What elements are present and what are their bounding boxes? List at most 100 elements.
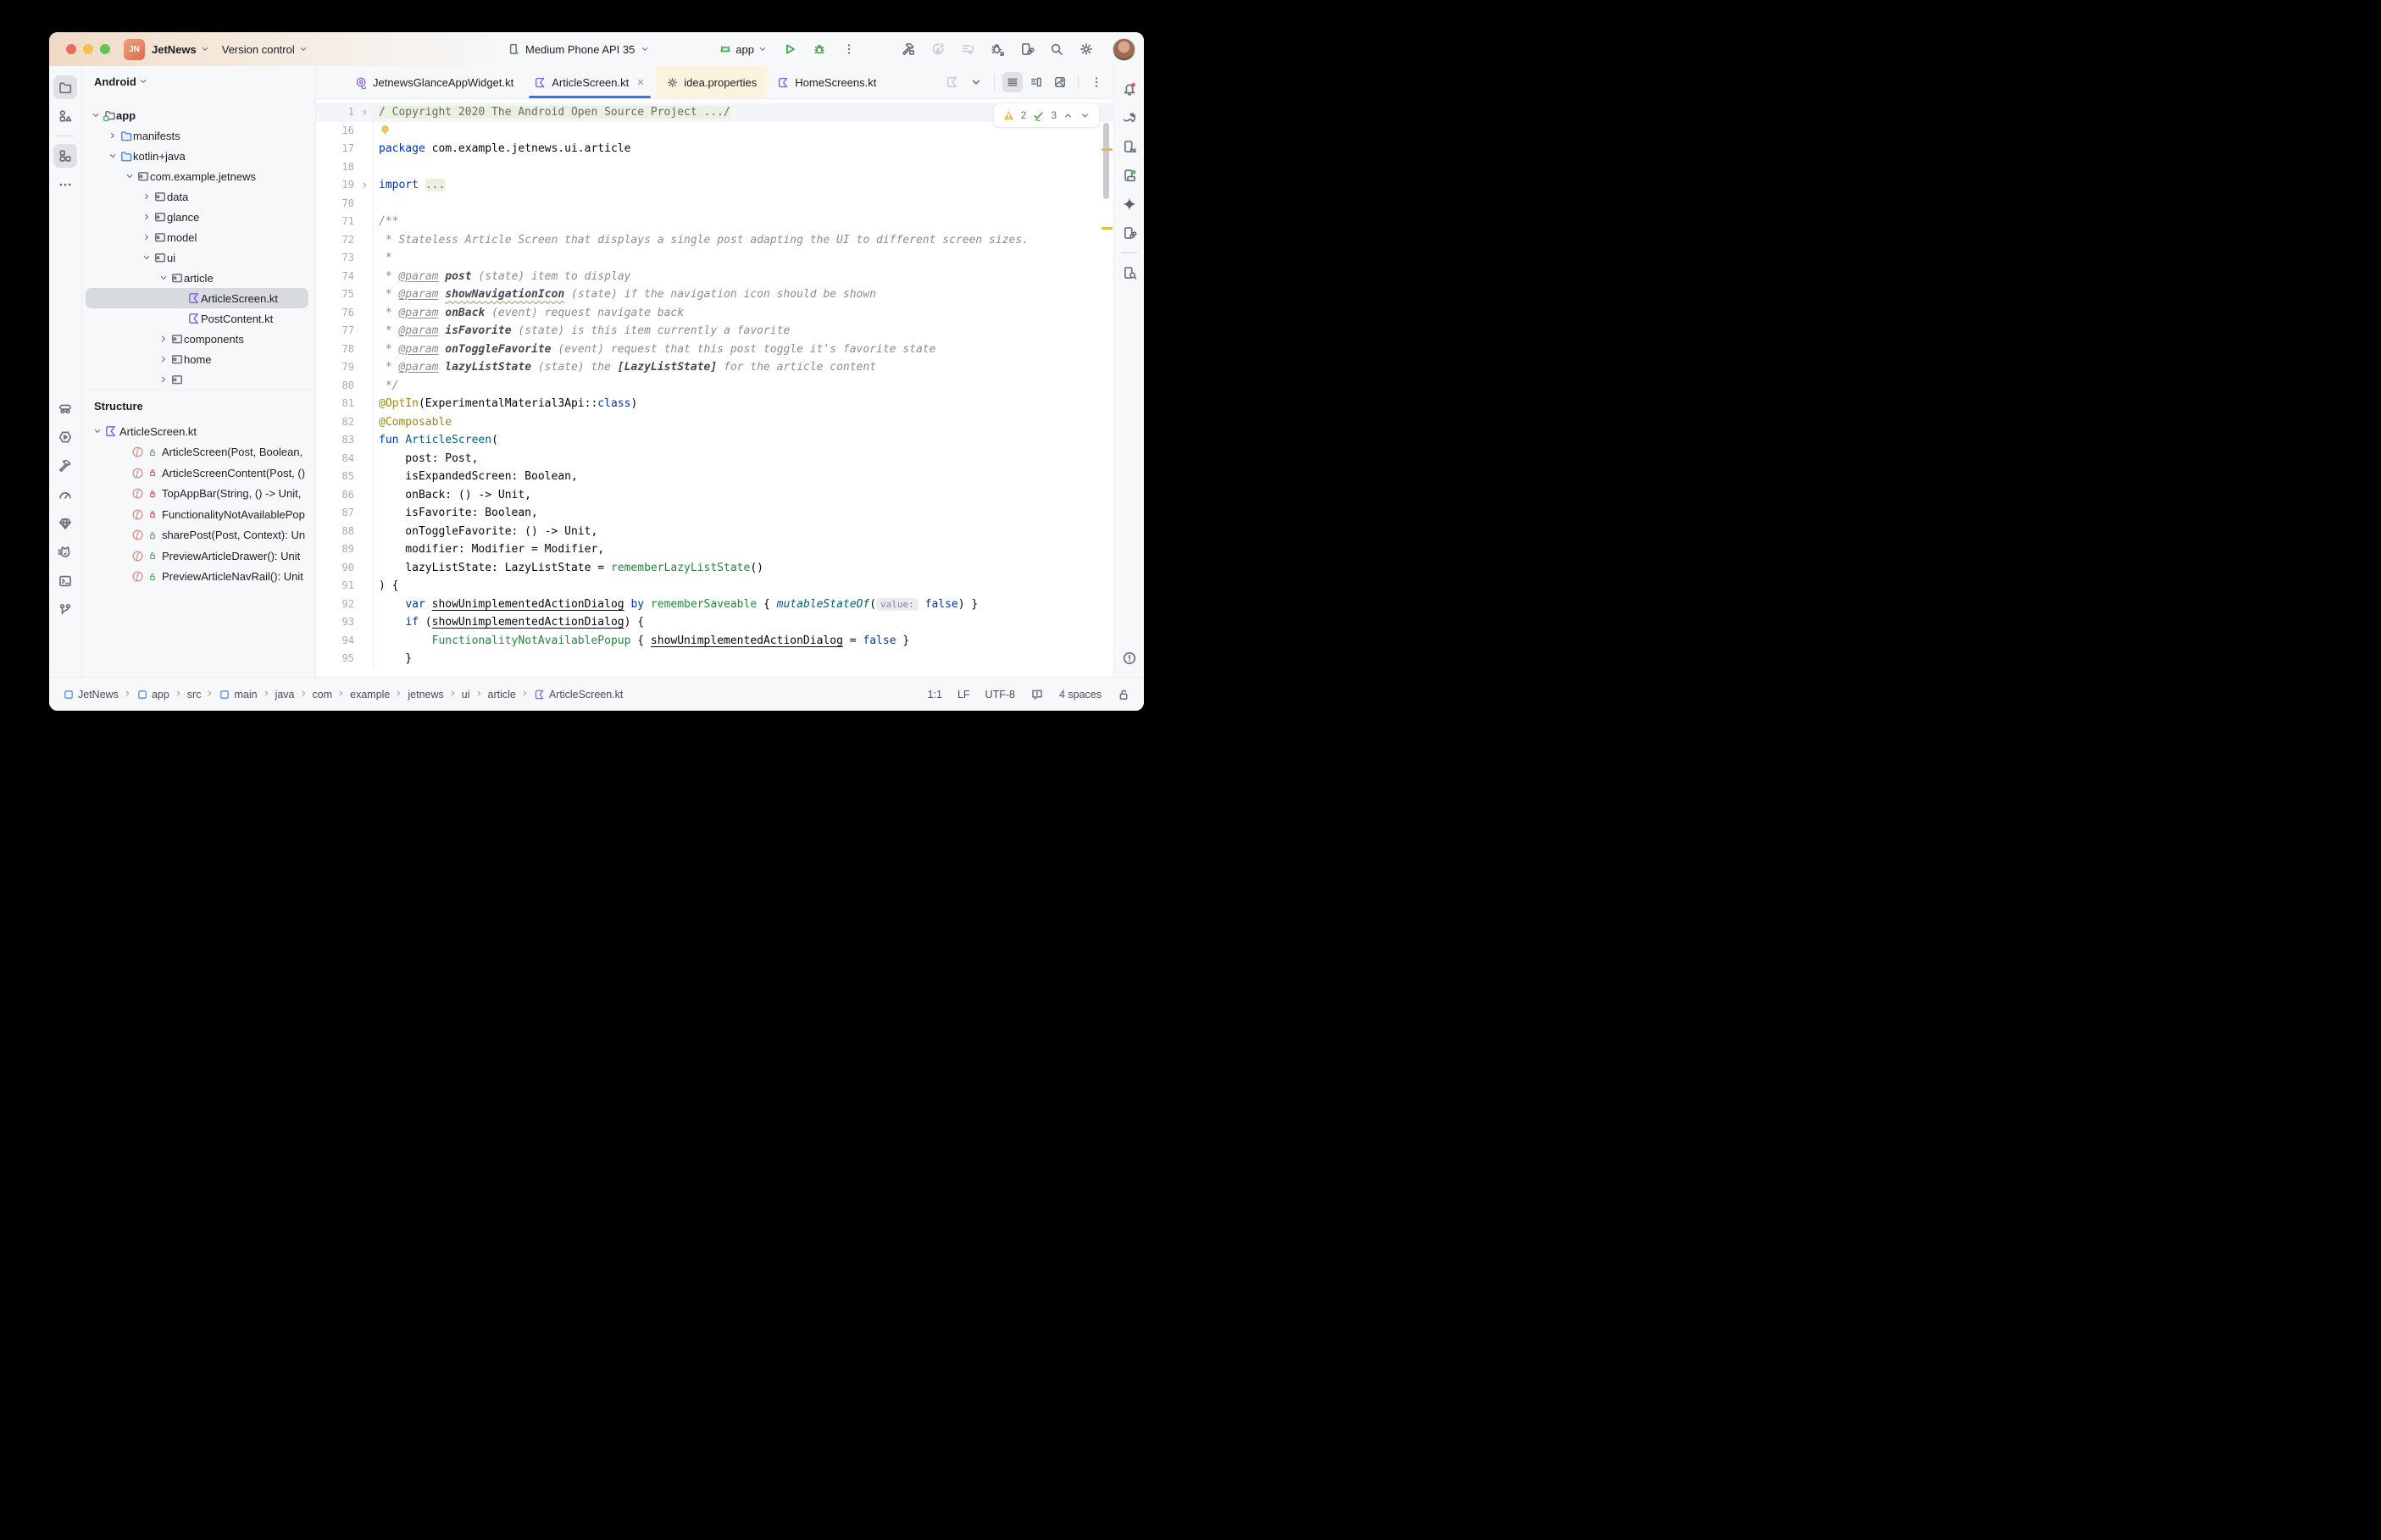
zoom-window-button[interactable] [100,44,110,54]
breadcrumb-item-ArticleScreen.kt[interactable]: ArticleScreen.kt [534,689,624,701]
tab-action-split-view[interactable] [1026,72,1046,92]
tool-stripe-app-insights[interactable] [53,512,77,535]
tool-stripe-build-hammer-plain[interactable] [53,454,77,478]
gutter[interactable]: 16 [316,122,374,141]
close-tab-icon[interactable] [635,77,646,87]
chevron-right-icon[interactable] [157,332,170,346]
line-number[interactable]: 75 [316,285,373,304]
structure-item-FunctionalityNotAvailablePop[interactable]: fFunctionalityNotAvailablePop [82,504,315,525]
gutter[interactable]: 86 [316,486,374,505]
line-number[interactable]: 78 [316,341,373,359]
tree-item-components[interactable]: components [82,329,315,349]
line-ending[interactable]: LF [957,689,970,701]
line-number[interactable]: 89 [316,540,373,559]
tree-item-ArticleScreen.kt[interactable]: ArticleScreen.kt [82,288,315,308]
structure-item-TopAppBar[interactable]: fTopAppBar(String, () -> Unit, [82,484,315,505]
chevron-down-icon[interactable] [106,149,119,163]
line-number[interactable]: 16 [316,122,373,141]
gutter[interactable]: 87 [316,504,374,523]
gutter[interactable]: 74 [316,268,374,286]
gutter[interactable]: 1 [316,103,374,122]
line-number[interactable]: 81 [316,395,373,413]
line-number[interactable]: 18 [316,158,373,177]
tool-stripe-services[interactable] [53,425,77,449]
gutter[interactable]: 77 [316,322,374,341]
line-number[interactable]: 70 [316,195,373,213]
breadcrumb-item-app[interactable]: app [136,689,169,701]
gutter[interactable]: 80 [316,377,374,396]
line-number[interactable]: 93 [316,613,373,632]
debug-button[interactable] [808,38,830,60]
tree-item-kotlin+java[interactable]: kotlin+java [82,146,315,166]
breadcrumb-item-JetNews[interactable]: JetNews [63,689,119,701]
gutter[interactable]: 19 [316,176,374,195]
inspections-widget-icon[interactable] [1030,688,1044,701]
gutter[interactable]: 78 [316,341,374,359]
line-number[interactable]: 87 [316,504,373,523]
breadcrumb-item-com[interactable]: com [313,689,333,701]
attach-debugger-button[interactable] [988,40,1007,58]
editor-tab-idea.properties[interactable]: idea.properties [656,66,767,98]
gutter[interactable]: 94 [316,632,374,651]
device-selector[interactable]: Medium Phone API 35 [507,42,650,56]
breadcrumb-item-main[interactable]: main [219,689,257,701]
tree-item-partial[interactable] [82,369,315,390]
minimize-window-button[interactable] [83,44,93,54]
gutter[interactable]: 85 [316,468,374,486]
tool-stripe-project-folder[interactable] [53,75,77,99]
previous-problem-button[interactable] [1063,110,1074,121]
tool-stripe-profiler[interactable] [53,483,77,507]
chevron-right-icon[interactable] [140,210,153,224]
tab-action-list-view[interactable] [1002,72,1023,92]
editor-tab-HomeScreens.kt[interactable]: HomeScreens.kt [767,66,886,98]
gutter[interactable]: 17 [316,140,374,158]
chevron-down-icon[interactable] [123,169,136,183]
line-number[interactable]: 91 [316,577,373,596]
chevron-down-icon[interactable] [89,108,103,122]
breadcrumb-item-article[interactable]: article [488,689,516,701]
breadcrumb-item-ui[interactable]: ui [462,689,470,701]
tree-item-data[interactable]: data [82,186,315,207]
breadcrumb-item-example[interactable]: example [350,689,390,701]
line-number[interactable]: 86 [316,486,373,505]
tool-stripe-version-control[interactable] [53,598,77,622]
line-number[interactable]: 80 [316,377,373,396]
gutter[interactable]: 73 [316,249,374,268]
gutter[interactable]: 83 [316,431,374,450]
tool-stripe-device-manager[interactable] [1118,135,1141,158]
tab-action-kotlin-faded[interactable] [942,72,963,92]
chevron-down-icon[interactable] [91,424,104,438]
line-number[interactable]: 74 [316,268,373,286]
settings-button[interactable] [1077,40,1096,58]
tree-item-com.example.jetnews[interactable]: com.example.jetnews [82,166,315,186]
tree-item-home[interactable]: home [82,349,315,369]
tab-action-kebab[interactable] [1086,72,1107,92]
tool-stripe-problems[interactable] [1118,646,1141,670]
line-number[interactable]: 79 [316,358,373,377]
next-problem-button[interactable] [1079,110,1091,121]
tree-item-glance[interactable]: glance [82,207,315,227]
structure-item-sharePost[interactable]: fsharePost(Post, Context): Un [82,525,315,546]
chevron-right-icon[interactable] [140,230,153,244]
gutter[interactable]: 89 [316,540,374,559]
chevron-right-icon[interactable] [140,190,153,203]
chevron-right-icon[interactable] [157,352,170,366]
tool-stripe-resource-manager[interactable] [53,104,77,128]
editor-tab-JetnewsGlanceAppWidget.kt[interactable]: JetnewsGlanceAppWidget.kt [345,66,524,98]
chevron-right-icon[interactable] [106,129,119,142]
project-view-selector[interactable]: Android [82,66,315,97]
vcs-widget[interactable]: Version control [222,43,308,56]
tool-stripe-device-mirroring[interactable] [1118,221,1141,245]
gutter[interactable]: 71 [316,213,374,231]
ok-count[interactable]: 3 [1051,109,1057,121]
line-number[interactable]: 84 [316,450,373,468]
indent-setting[interactable]: 4 spaces [1059,689,1102,701]
breadcrumb-item-src[interactable]: src [187,689,202,701]
gutter[interactable]: 91 [316,577,374,596]
tree-item-PostContent.kt[interactable]: PostContent.kt [82,308,315,329]
line-number[interactable]: 85 [316,468,373,486]
project-selector[interactable]: JetNews [152,43,210,56]
apply-changes-button[interactable] [958,40,977,58]
structure-item-ArticleScreenContent[interactable]: fArticleScreenContent(Post, () [82,463,315,484]
profile-button[interactable] [929,40,947,58]
